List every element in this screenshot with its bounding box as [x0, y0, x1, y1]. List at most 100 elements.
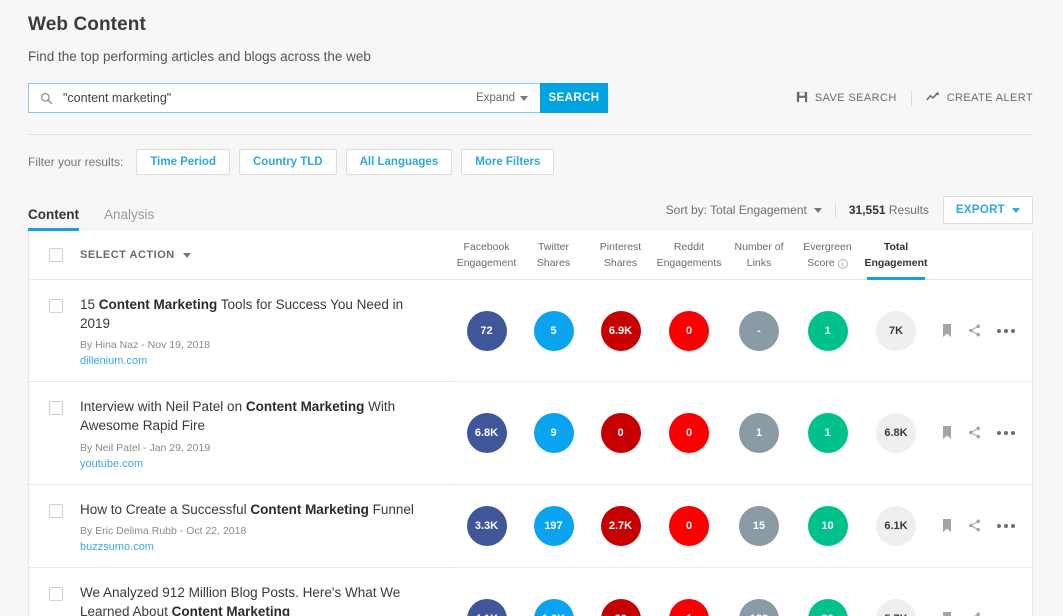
metric-bubble-pinterest: 66 — [601, 599, 641, 616]
cell-total: 6.1K — [861, 484, 931, 568]
more-icon[interactable] — [997, 431, 1015, 435]
title-pre: How to Create a Successful — [80, 502, 250, 517]
title-keyword: Content Marketing — [172, 604, 291, 616]
metric-bubble-twitter: 197 — [534, 506, 574, 546]
row-title-body: Interview with Neil Patel on Content Mar… — [80, 398, 431, 469]
chevron-down-icon — [1012, 208, 1020, 213]
article-domain[interactable]: dillenium.com — [80, 355, 431, 367]
expand-button[interactable]: Expand — [476, 92, 530, 104]
bookmark-icon[interactable] — [942, 426, 952, 439]
more-icon[interactable] — [997, 329, 1015, 333]
cell-pinterest: 0 — [587, 381, 654, 483]
article-title[interactable]: We Analyzed 912 Million Blog Posts. Here… — [80, 584, 431, 616]
export-label: EXPORT — [956, 204, 1005, 216]
metric-bubble-twitter: 5 — [534, 311, 574, 351]
row-checkbox[interactable] — [49, 299, 63, 313]
select-all-checkbox[interactable] — [49, 248, 63, 262]
cell-twitter: 9 — [520, 381, 587, 483]
row-checkbox[interactable] — [49, 401, 63, 415]
column-line1: Pinterest — [600, 239, 641, 255]
row-checkbox[interactable] — [49, 587, 63, 601]
cell-pinterest: 2.7K — [587, 484, 654, 568]
row-title-body: We Analyzed 912 Million Blog Posts. Here… — [80, 584, 431, 616]
results-count: 31,551 Results — [849, 203, 929, 217]
column-header-twitter[interactable]: Twitter Shares — [520, 231, 587, 279]
column-header-facebook[interactable]: Facebook Engagement — [453, 231, 520, 279]
cell-links: 188 — [724, 567, 794, 616]
article-title[interactable]: How to Create a Successful Content Marke… — [80, 501, 414, 520]
column-header-reddit[interactable]: Reddit Engagements — [654, 231, 724, 279]
column-line1: Number of — [734, 239, 783, 255]
export-button[interactable]: EXPORT — [943, 196, 1033, 224]
article-title[interactable]: Interview with Neil Patel on Content Mar… — [80, 398, 431, 435]
metric-bubble-links: 188 — [739, 599, 779, 616]
expand-label: Expand — [476, 92, 515, 104]
metric-bubble-links: - — [739, 311, 779, 351]
column-header-pinterest[interactable]: Pinterest Shares — [587, 231, 654, 279]
filter-country-tld[interactable]: Country TLD — [239, 149, 337, 175]
sort-by-dropdown[interactable]: Sort by: Total Engagement — [666, 203, 822, 217]
metric-bubble-evergreen: 10 — [808, 506, 848, 546]
search-input[interactable] — [63, 91, 476, 105]
more-icon[interactable] — [997, 524, 1015, 528]
table-header-row: SELECT ACTION Facebook Engagement Twitte… — [29, 231, 1032, 280]
sort-by-label: Sort by: Total Engagement — [666, 203, 807, 217]
column-line2: Shares — [537, 255, 570, 271]
article-domain[interactable]: youtube.com — [80, 458, 431, 470]
chevron-down-icon — [183, 253, 191, 258]
share-icon[interactable] — [968, 426, 981, 439]
results-number: 31,551 — [849, 203, 886, 217]
bookmark-icon[interactable] — [942, 324, 952, 337]
cell-total: 6.8K — [861, 381, 931, 483]
column-header-actions — [931, 231, 1032, 279]
row-title-body: 15 Content Marketing Tools for Success Y… — [80, 296, 431, 367]
metric-bubble-links: 15 — [739, 506, 779, 546]
column-line1: Reddit — [674, 239, 704, 255]
chevron-down-icon — [520, 96, 528, 101]
info-icon[interactable]: i — [838, 259, 848, 269]
trend-icon — [926, 91, 940, 105]
article-title[interactable]: 15 Content Marketing Tools for Success Y… — [80, 296, 431, 333]
cell-facebook: 72 — [453, 280, 520, 381]
column-line2: Engagement — [864, 255, 927, 271]
bookmark-icon[interactable] — [942, 612, 952, 616]
article-domain[interactable]: buzzsumo.com — [80, 541, 414, 553]
column-line2: Shares — [604, 255, 637, 271]
row-actions — [931, 567, 1032, 616]
cell-links: - — [724, 280, 794, 381]
metric-bubble-total: 6.1K — [876, 506, 916, 546]
cell-pinterest: 6.9K — [587, 280, 654, 381]
filter-more-filters[interactable]: More Filters — [461, 149, 554, 175]
article-meta: By Hina Naz - Nov 19, 2018 — [80, 339, 431, 351]
table-row: 15 Content Marketing Tools for Success Y… — [29, 280, 1032, 381]
web-content-page: Web Content Find the top performing arti… — [0, 0, 1063, 616]
save-search-button[interactable]: SAVE SEARCH — [796, 91, 897, 106]
column-header-total-engagement[interactable]: Total Engagement — [861, 231, 931, 279]
page-header: Web Content Find the top performing arti… — [0, 0, 1063, 113]
tab-analysis[interactable]: Analysis — [104, 207, 154, 231]
column-header-links[interactable]: Number of Links — [724, 231, 794, 279]
cell-reddit: 0 — [654, 280, 724, 381]
cell-evergreen: 30 — [794, 567, 861, 616]
metric-bubble-total: 5.7K — [876, 599, 916, 616]
share-icon[interactable] — [968, 324, 981, 337]
tabs-row: Content Analysis Sort by: Total Engageme… — [0, 175, 1063, 231]
column-header-evergreen[interactable]: Evergreen Scorei — [794, 231, 861, 279]
cell-pinterest: 66 — [587, 567, 654, 616]
create-alert-button[interactable]: CREATE ALERT — [926, 91, 1033, 105]
share-icon[interactable] — [968, 612, 981, 616]
row-checkbox[interactable] — [49, 504, 63, 518]
column-line2: Engagement — [457, 255, 517, 271]
tab-content[interactable]: Content — [28, 207, 79, 231]
row-actions — [931, 484, 1032, 568]
share-icon[interactable] — [968, 519, 981, 532]
column-line1: Evergreen — [803, 239, 851, 255]
select-action-dropdown[interactable]: SELECT ACTION — [80, 249, 191, 261]
table-row: Interview with Neil Patel on Content Mar… — [29, 381, 1032, 483]
metric-bubble-pinterest: 0 — [601, 413, 641, 453]
search-button[interactable]: SEARCH — [540, 83, 608, 113]
filter-bar: Filter your results: Time Period Country… — [0, 135, 1063, 175]
filter-time-period[interactable]: Time Period — [136, 149, 230, 175]
bookmark-icon[interactable] — [942, 519, 952, 532]
filter-all-languages[interactable]: All Languages — [346, 149, 453, 175]
